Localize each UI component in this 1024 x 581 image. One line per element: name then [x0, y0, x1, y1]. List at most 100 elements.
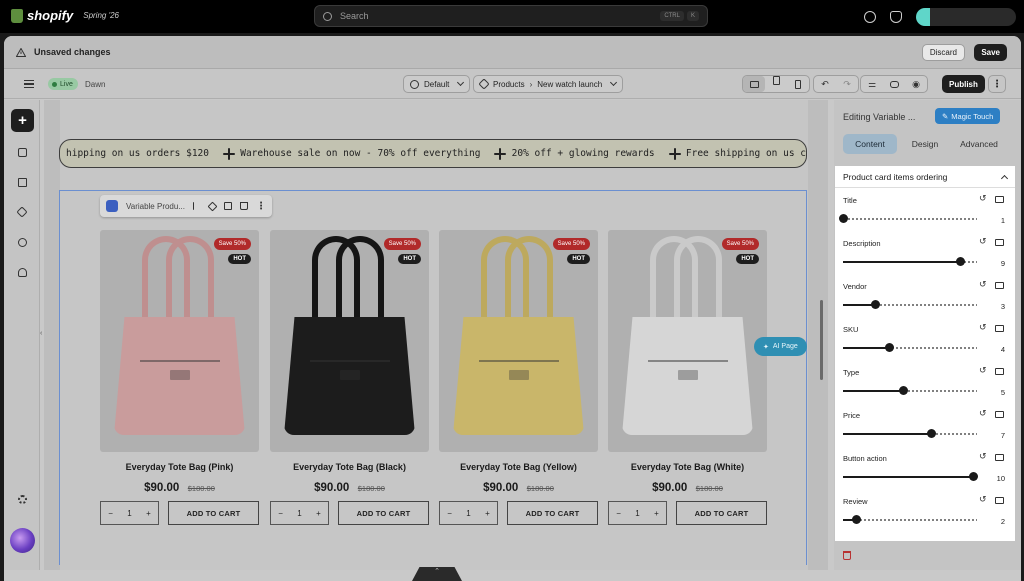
device-scope-icon[interactable] [995, 196, 1004, 203]
announcement-marquee[interactable]: hipping on us orders $120 Warehouse sale… [59, 139, 807, 168]
add-to-cart-button[interactable]: ADD TO CART [338, 501, 429, 525]
reset-icon[interactable]: ↺ [979, 237, 987, 246]
tab-advanced[interactable]: Advanced [954, 134, 1004, 154]
slider-thumb[interactable] [851, 515, 861, 524]
device-scope-icon[interactable] [995, 239, 1004, 246]
trash-icon[interactable] [240, 202, 248, 210]
quantity-value[interactable]: 1 [297, 509, 301, 518]
delete-section-icon[interactable] [843, 551, 851, 560]
assistant-avatar[interactable] [10, 528, 35, 553]
slider-track[interactable] [843, 519, 977, 521]
discard-button[interactable]: Discard [921, 44, 965, 61]
sidekick-icon[interactable] [864, 11, 876, 23]
field-value[interactable]: 3 [1001, 302, 1005, 311]
slider-track[interactable] [843, 218, 977, 220]
mobile-view-button[interactable] [787, 76, 809, 92]
field-value[interactable]: 7 [1001, 431, 1005, 440]
minus-button[interactable]: − [278, 509, 283, 518]
align-icon[interactable] [193, 202, 201, 210]
add-to-cart-button[interactable]: ADD TO CART [168, 501, 259, 525]
device-scope-icon[interactable] [995, 368, 1004, 375]
device-scope-icon[interactable] [995, 497, 1004, 504]
settings-button[interactable]: ⚌ [861, 76, 883, 92]
slider-thumb[interactable] [968, 472, 978, 481]
plus-button[interactable]: + [654, 509, 659, 518]
magic-touch-button[interactable]: ✎ Magic Touch [935, 108, 1001, 124]
reset-icon[interactable]: ↺ [979, 495, 987, 504]
bottom-drawer-handle[interactable]: ⌃ [412, 567, 462, 581]
product-image[interactable]: Save 50% HOT [270, 230, 429, 452]
device-scope-icon[interactable] [995, 411, 1004, 418]
product-card[interactable]: Save 50% HOT Everyday Tote Bag (Yellow) … [439, 230, 598, 525]
minus-button[interactable]: − [616, 509, 621, 518]
slider-thumb[interactable] [955, 257, 965, 266]
menu-icon[interactable] [24, 80, 34, 88]
product-card[interactable]: Save 50% HOT Everyday Tote Bag (Black) $… [270, 230, 429, 525]
product-card[interactable]: Save 50% HOT Everyday Tote Bag (Pink) $9… [100, 230, 259, 525]
inspect-button[interactable] [883, 76, 905, 92]
product-card[interactable]: Save 50% HOT Everyday Tote Bag (White) $… [608, 230, 767, 525]
slider-thumb[interactable] [926, 429, 936, 438]
device-scope-icon[interactable] [995, 282, 1004, 289]
quantity-value[interactable]: 1 [635, 509, 639, 518]
reset-icon[interactable]: ↺ [979, 452, 987, 461]
device-scope-icon[interactable] [995, 454, 1004, 461]
field-value[interactable]: 2 [1001, 517, 1005, 526]
search-input[interactable]: Search CTRL K [314, 5, 708, 27]
plus-button[interactable]: + [316, 509, 321, 518]
ordering-section-header[interactable]: Product card items ordering [835, 166, 1015, 188]
bell-icon[interactable] [890, 11, 902, 23]
history-icon[interactable] [18, 238, 27, 247]
more-icon[interactable]: ⋮ [256, 201, 266, 212]
layers-icon[interactable] [207, 201, 218, 211]
product-title[interactable]: Everyday Tote Bag (Pink) [100, 462, 259, 472]
field-value[interactable]: 4 [1001, 345, 1005, 354]
tab-content[interactable]: Content [843, 134, 897, 154]
reset-icon[interactable]: ↺ [979, 366, 987, 375]
field-value[interactable]: 1 [1001, 216, 1005, 225]
gear-icon[interactable] [18, 495, 27, 504]
save-button[interactable]: Save [974, 44, 1007, 61]
quantity-value[interactable]: 1 [127, 509, 131, 518]
shopify-logo[interactable]: shopify Spring '26 [11, 8, 119, 23]
field-value[interactable]: 5 [1001, 388, 1005, 397]
slider-thumb[interactable] [870, 300, 880, 309]
more-actions-button[interactable]: ⋮ [988, 75, 1006, 93]
undo-button[interactable]: ↶ [814, 76, 836, 92]
preview-button[interactable]: ◉ [905, 76, 927, 92]
add-element-button[interactable]: + [11, 109, 34, 132]
field-value[interactable]: 9 [1001, 259, 1005, 268]
desktop-view-button[interactable] [743, 76, 765, 92]
publish-button[interactable]: Publish [942, 75, 985, 93]
product-image[interactable]: Save 50% HOT [608, 230, 767, 452]
product-image[interactable]: Save 50% HOT [100, 230, 259, 452]
tab-design[interactable]: Design [902, 134, 948, 154]
reset-icon[interactable]: ↺ [979, 280, 987, 289]
device-scope-icon[interactable] [995, 325, 1004, 332]
minus-button[interactable]: − [108, 509, 113, 518]
field-value[interactable]: 10 [997, 474, 1005, 483]
tablet-view-button[interactable] [765, 76, 787, 92]
layers-icon[interactable] [16, 206, 28, 218]
ai-page-button[interactable]: ✦ AI Page [754, 337, 807, 356]
reset-icon[interactable]: ↺ [979, 409, 987, 418]
add-to-cart-button[interactable]: ADD TO CART [507, 501, 598, 525]
add-to-cart-button[interactable]: ADD TO CART [676, 501, 767, 525]
layout-icon[interactable] [18, 178, 27, 187]
quantity-value[interactable]: 1 [466, 509, 470, 518]
canvas-scrollbar[interactable] [820, 300, 823, 380]
slider-thumb[interactable] [838, 214, 848, 223]
product-image[interactable]: Save 50% HOT [439, 230, 598, 452]
minus-button[interactable]: − [447, 509, 452, 518]
slider-thumb[interactable] [898, 386, 908, 395]
sections-icon[interactable] [18, 148, 27, 157]
reset-icon[interactable]: ↺ [979, 323, 987, 332]
reset-icon[interactable]: ↺ [979, 194, 987, 203]
slider-thumb[interactable] [884, 343, 894, 352]
product-title[interactable]: Everyday Tote Bag (White) [608, 462, 767, 472]
plus-button[interactable]: + [146, 509, 151, 518]
duplicate-icon[interactable] [224, 202, 232, 210]
template-select[interactable]: Default [403, 75, 471, 93]
product-title[interactable]: Everyday Tote Bag (Yellow) [439, 462, 598, 472]
apps-icon[interactable] [18, 268, 27, 277]
